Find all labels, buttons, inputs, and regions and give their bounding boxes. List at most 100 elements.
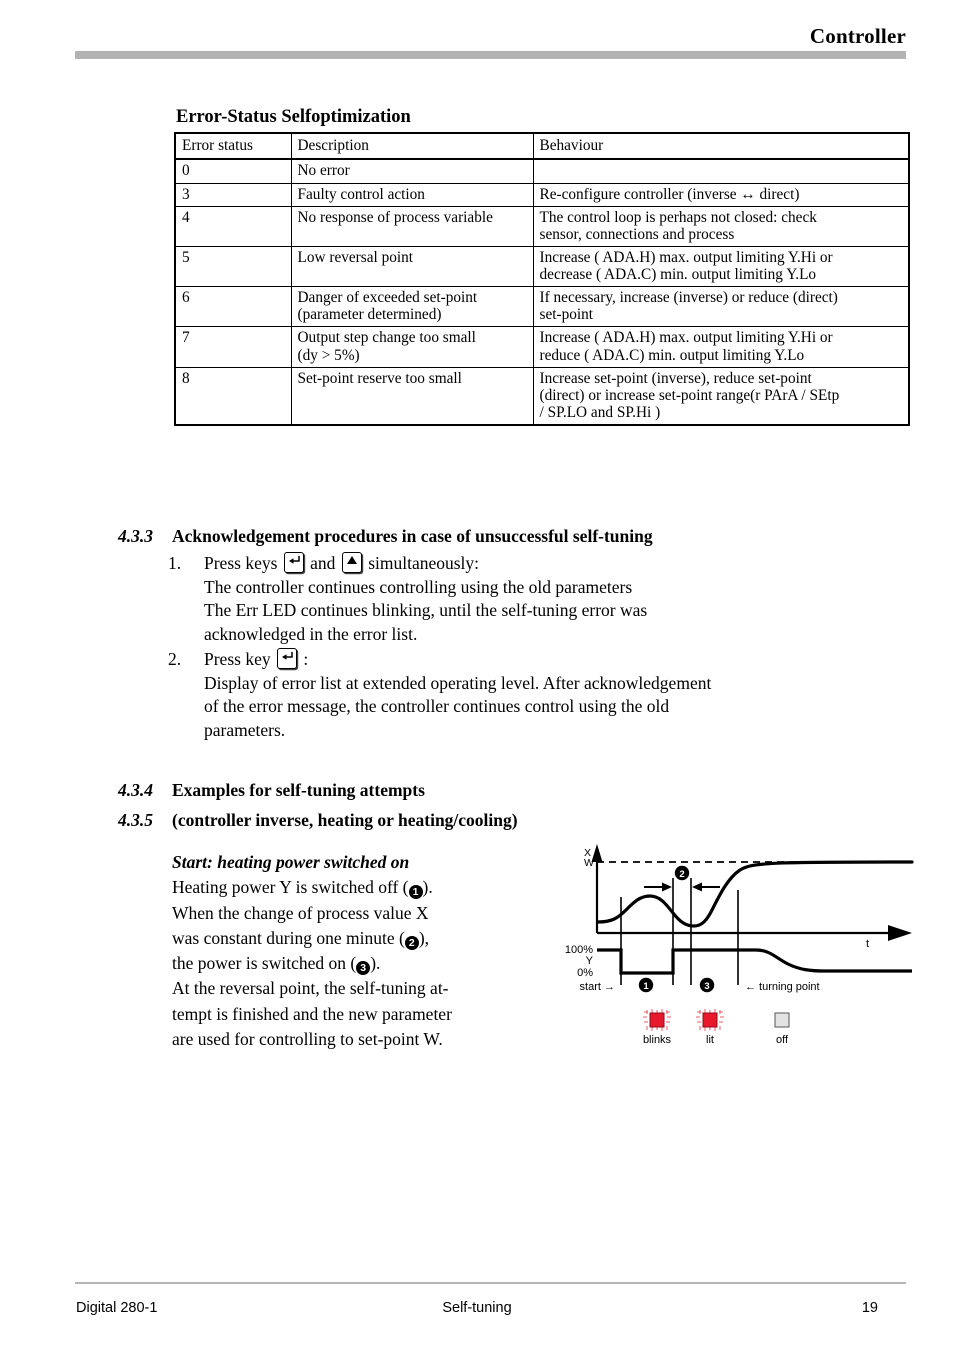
cell-line: Set-point reserve too small	[297, 369, 462, 387]
section-heading-4-3-5: 4.3.5 (controller inverse, heating or hea…	[118, 810, 518, 831]
cell-line: 0	[182, 162, 190, 180]
section-title: Examples for self-tuning attempts	[172, 780, 425, 800]
example-line: was constant during one minute (2),	[172, 927, 430, 950]
table-row: 3 Faulty control action Re-configure contr…	[174, 182, 910, 207]
cell-behaviour: Re-configure controller (inverse ↔ direc…	[532, 182, 910, 207]
cell-error-status: 7	[174, 326, 292, 368]
cell-behaviour: Increase ( ADA.H) max. output limiting Y…	[532, 245, 910, 288]
axis-label-w: W	[584, 857, 594, 869]
example-line: When the change of process value X	[172, 902, 429, 923]
procedure-item-first-line: Press keys and simultaneously:	[204, 552, 480, 573]
section-number: 4.3.5	[118, 810, 153, 830]
procedure-item-line: acknowledged in the error list.	[204, 623, 418, 644]
cell-line: (parameter determined)	[297, 306, 442, 324]
circled-step-marker: 2	[404, 935, 419, 950]
led-lit-icon	[702, 1012, 718, 1028]
cell-line: decrease ( ADA.C) min. output limiting Y…	[539, 266, 817, 284]
phase-1-marker-group: 1	[638, 977, 654, 993]
circled-step-marker: 1	[408, 885, 423, 900]
example-line: the power is switched on (3).	[172, 953, 381, 976]
error-status-table: Error status Description Behaviour 0 No e…	[174, 132, 910, 427]
circled-step-marker: 3	[356, 961, 371, 976]
phase-2-marker-group: 2	[644, 865, 720, 892]
procedure-item: 2. Press key : Display of error list at ex…	[168, 648, 908, 742]
procedure-item-number: 2.	[168, 649, 182, 669]
cell-description: Low reversal point	[290, 245, 534, 288]
table-caption: Error-Status Selfoptimization	[176, 107, 411, 127]
cell-error-status: 3	[174, 182, 292, 207]
cell-line: No response of process variable	[297, 208, 493, 226]
cell-line: (dy > 5%)	[297, 346, 360, 364]
table-header-row: Error status Description Behaviour	[174, 132, 910, 161]
section-heading-4-3-4: 4.3.4 Examples for self-tuning attempts	[118, 780, 425, 801]
output-power-curve	[597, 948, 912, 975]
turning-point-label: ← turning point	[745, 981, 820, 993]
cell-line: Danger of exceeded set-point	[297, 289, 478, 307]
phase-3-marker-label: 3	[704, 981, 709, 992]
cell-line: 7	[182, 329, 190, 347]
cell-line: Increase set-point (inverse), reduce set…	[539, 369, 812, 387]
led-lit-label: lit	[706, 1034, 714, 1045]
table-row: 4 No response of process variable The cont…	[174, 205, 910, 247]
procedure-item-line: Display of error list at extended operat…	[204, 672, 712, 693]
cell-line: 6	[182, 289, 190, 307]
section-number: 4.3.4	[118, 780, 153, 800]
cell-line: 4	[182, 208, 190, 226]
process-value-curve	[596, 860, 914, 928]
led-off-label: off	[776, 1034, 789, 1045]
example-line: Heating power Y is switched off (1).	[172, 877, 433, 900]
table-row: 6 Danger of exceeded set-point (parameter …	[174, 286, 910, 328]
procedure-item-line: The controller continues controlling usi…	[204, 576, 633, 597]
table-row: 8 Set-point reserve too small Increase set…	[174, 366, 910, 426]
cell-description: Output step change too small (dy > 5%)	[290, 326, 534, 368]
cell-error-status: 0	[174, 158, 292, 184]
page-title: Controller	[809, 24, 906, 48]
cell-line: The control loop is perhaps not closed: …	[539, 208, 817, 226]
cell-line: / SP.LO and SP.Hi )	[539, 403, 661, 421]
cell-line: 5	[182, 248, 190, 266]
cell-error-status: 5	[174, 245, 292, 288]
cell-line: reduce ( ADA.C) min. output limiting Y.L…	[539, 346, 805, 364]
cell-line: Re-configure controller (inverse ↔ direc…	[539, 185, 800, 203]
example-line: tempt is finished and the new parameter	[172, 1003, 452, 1024]
procedure-item-line: parameters.	[204, 719, 286, 740]
cell-line: Increase ( ADA.H) max. output limiting Y…	[539, 248, 833, 266]
table-row: 5 Low reversal point Increase ( ADA.H) max…	[174, 245, 910, 288]
example-line: At the reversal point, the self-tuning a…	[172, 978, 449, 999]
start-label: start →	[580, 981, 615, 993]
cell-line: Low reversal point	[297, 248, 414, 266]
axis-label-t: t	[866, 938, 869, 950]
error-status-table-block: Error-Status Selfoptimization Error stat…	[174, 107, 910, 427]
cell-line: 3	[182, 185, 190, 203]
cell-description: No response of process variable	[290, 205, 534, 247]
header-divider	[75, 51, 906, 59]
table-row: 7 Output step change too small (dy > 5%) In…	[174, 326, 910, 368]
cell-behaviour: Increase ( ADA.H) max. output limiting Y…	[532, 326, 910, 368]
enter-key-icon	[276, 648, 297, 669]
led-blinks-group: blinks	[643, 1009, 672, 1045]
section-heading-4-3-3: 4.3.3 Acknowledgement procedures in case …	[118, 526, 653, 547]
procedure-item-first-line: Press key :	[204, 648, 309, 669]
cell-line: (direct) or increase set-point range(r P…	[539, 386, 840, 404]
cell-line: Faulty control action	[297, 185, 425, 203]
led-blinks-icon	[649, 1012, 665, 1028]
column-header-description: Description	[290, 132, 534, 161]
cell-behaviour	[532, 158, 910, 184]
led-blinks-label: blinks	[643, 1034, 672, 1045]
cell-error-status: 4	[174, 205, 292, 247]
section-title: Acknowledgement procedures in case of un…	[172, 526, 653, 546]
t-axis	[597, 925, 912, 941]
cell-line: 8	[182, 369, 190, 387]
cell-line: Output step change too small	[297, 329, 476, 347]
procedure-item: 1. Press keys and simultaneously: The cont…	[168, 552, 908, 646]
page-header: Controller	[0, 0, 954, 70]
timing-diagram-svg: X W t 2 100% Y 0% start → 1 3 ← turning …	[565, 844, 914, 1045]
example-description: Start: heating power switched on Heating…	[172, 850, 542, 1052]
cell-line: If necessary, increase (inverse) or redu…	[539, 289, 838, 307]
column-header-behaviour: Behaviour	[532, 132, 910, 161]
cell-line: Increase ( ADA.H) max. output limiting Y…	[539, 329, 833, 347]
cell-line: No error	[297, 162, 350, 180]
up-arrow-key-icon	[341, 552, 362, 573]
example-line: are used for controlling to set-point W.	[172, 1029, 443, 1050]
phase-1-marker-label: 1	[643, 981, 649, 992]
